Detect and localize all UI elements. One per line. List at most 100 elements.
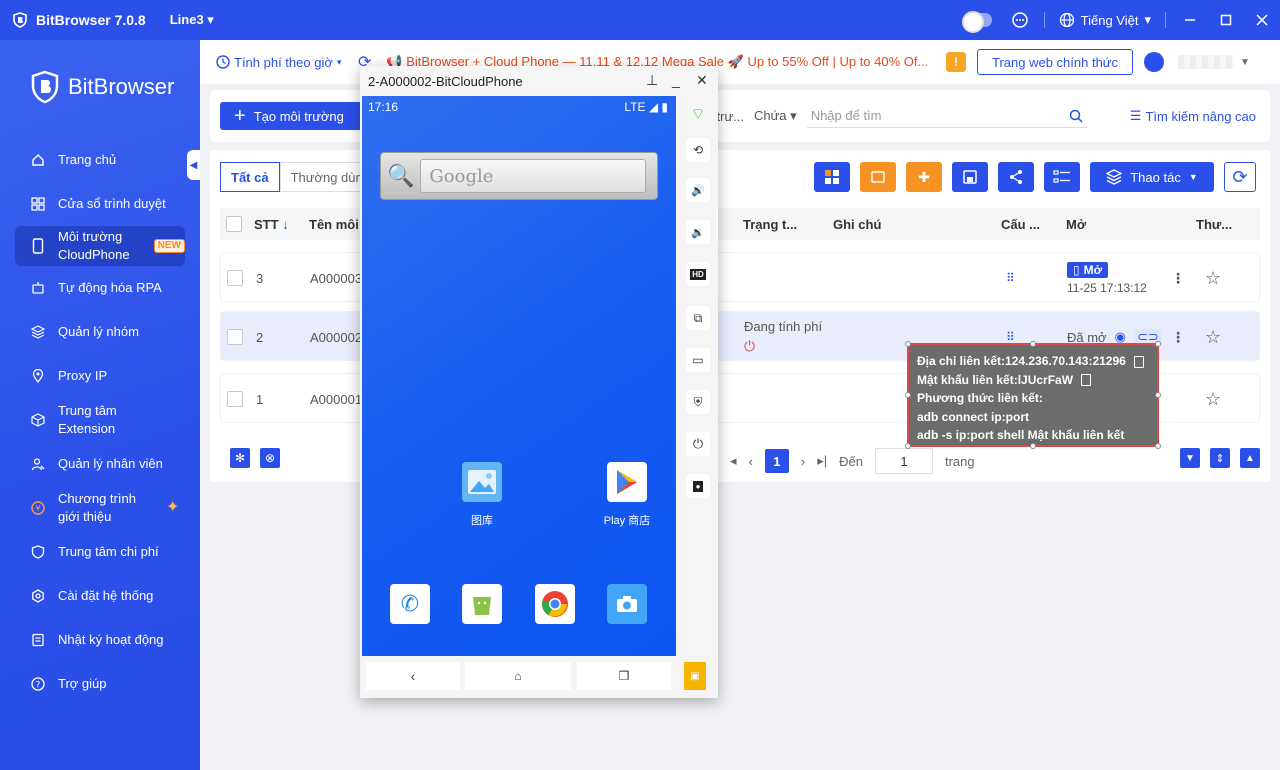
star-icon[interactable]: ☆ <box>1205 312 1221 362</box>
row-checkbox[interactable] <box>227 329 243 345</box>
row-checkbox[interactable] <box>227 391 243 407</box>
theme-toggle[interactable] <box>961 11 992 33</box>
phone-icon: ▯ <box>1073 262 1080 277</box>
goto-page-input[interactable]: 1 <box>874 448 933 474</box>
api-button[interactable] <box>860 162 896 192</box>
volume-up-icon[interactable]: 🔊 <box>686 178 710 202</box>
google-search-input[interactable]: Google <box>420 159 647 193</box>
sidebar-item-groups[interactable]: Quản lý nhóm <box>0 310 200 354</box>
sidebar-item-rpa[interactable]: Tự động hóa RPA <box>0 266 200 310</box>
shop-bag-icon[interactable]: ▣ <box>684 662 706 690</box>
filter-operator-select[interactable]: Chứa ▾ <box>754 108 797 124</box>
row-checkbox[interactable] <box>227 270 243 286</box>
grid-icon <box>30 196 46 212</box>
close-icon[interactable] <box>1244 0 1280 40</box>
play-store-app-icon[interactable] <box>607 462 647 502</box>
power-icon[interactable]: ⏻ <box>686 432 710 456</box>
sidebar-item-browser-windows[interactable]: Cửa sổ trình duyệt <box>0 182 200 226</box>
google-search-widget[interactable]: 🔍 Google <box>380 152 658 200</box>
support-icon[interactable] <box>1002 0 1038 40</box>
next-page-icon[interactable]: › <box>801 454 805 469</box>
line-selector[interactable]: Line3 ▾ <box>170 12 214 28</box>
rotate-icon[interactable]: ⟲ <box>686 138 710 162</box>
prev-page-icon[interactable]: ‹ <box>749 454 753 469</box>
open-time: 11-25 17:13:12 <box>1067 280 1147 295</box>
sidebar-item-cloudphone[interactable]: Môi trường CloudPhone NEW <box>15 226 185 266</box>
config-icon[interactable]: ⠿ <box>1006 253 1015 303</box>
layers-icon <box>1106 169 1123 185</box>
phone-close-icon[interactable]: ✕ <box>696 72 708 89</box>
home-icon[interactable]: ⌂ <box>465 662 571 690</box>
star-icon[interactable]: ☆ <box>1205 253 1221 303</box>
recent-apps-icon[interactable]: ❐ <box>577 662 671 690</box>
collapse-all-button[interactable]: ⇕ <box>1210 448 1230 468</box>
sidebar-item-activity-log[interactable]: Nhật ký hoạt động <box>0 618 200 662</box>
wifi-icon[interactable]: ⌔ <box>686 102 710 126</box>
minimize-icon[interactable] <box>1172 0 1208 40</box>
search-input[interactable]: Nhập để tìm <box>806 104 1087 128</box>
tab-all[interactable]: Tất cả <box>220 162 280 192</box>
sidebar-item-extension[interactable]: Trung tâm Extension <box>0 398 200 442</box>
open-button[interactable]: ▯ Mở <box>1067 261 1109 278</box>
reload-button[interactable]: ⟳ <box>1224 162 1256 192</box>
phone-dialer-icon[interactable]: ✆ <box>390 584 430 624</box>
warning-button[interactable]: ! <box>946 52 966 72</box>
prev-first-icon[interactable]: ◂ <box>730 453 737 469</box>
action-buttons: ✚ Thao tác ▼ ⟳ <box>814 162 1256 192</box>
layout-grid-button[interactable] <box>814 162 850 192</box>
share-button[interactable] <box>998 162 1034 192</box>
scroll-top-button[interactable]: ▲ <box>1240 448 1260 468</box>
store-bag-icon[interactable] <box>462 584 502 624</box>
plus-icon: + <box>234 105 246 127</box>
pin-icon[interactable]: ⊥ <box>646 72 658 89</box>
clock-icon <box>216 55 230 69</box>
back-icon[interactable]: ‹ <box>366 662 460 690</box>
last-page-icon[interactable]: ▸| <box>817 453 827 469</box>
phone-minimize-icon[interactable]: _ <box>672 72 680 88</box>
hd-icon[interactable]: HD <box>686 262 710 286</box>
star-icon[interactable]: ☆ <box>1205 374 1221 424</box>
create-environment-button[interactable]: + Tạo môi trường <box>220 102 370 130</box>
row-more-icon[interactable]: ⋮ <box>1171 253 1185 303</box>
header-stt[interactable]: STT ↓ <box>254 217 289 232</box>
sidebar-item-referral[interactable]: ¥ Chương trình giới thiệu ✦ <box>0 486 200 530</box>
list-view-button[interactable] <box>1044 162 1080 192</box>
copy-password-icon[interactable] <box>1081 374 1092 387</box>
sidebar-item-billing[interactable]: Trung tâm chi phí <box>0 530 200 574</box>
record-icon[interactable]: ● <box>686 474 710 498</box>
sidebar-item-home[interactable]: Trang chủ <box>0 138 200 182</box>
maximize-icon[interactable] <box>1208 0 1244 40</box>
volume-down-icon[interactable]: 🔉 <box>686 220 710 244</box>
screenshot-icon[interactable]: ⧉ <box>686 306 710 330</box>
select-all-checkbox[interactable] <box>226 216 242 232</box>
sidebar-item-staff[interactable]: Quản lý nhân viên <box>0 442 200 486</box>
power-icon[interactable]: ⏻ <box>744 338 755 355</box>
save-button[interactable] <box>952 162 988 192</box>
page-number-current[interactable]: 1 <box>764 449 789 473</box>
phone-screen[interactable]: 17:16 LTE ◢ ▮ 🔍 Google 图库 Play 商店 ✆ <box>362 96 676 656</box>
devices-icon[interactable]: ▭ <box>686 348 710 372</box>
chrome-icon[interactable] <box>535 584 575 624</box>
sidebar-item-help[interactable]: ? Trợ giúp <box>0 662 200 706</box>
expand-down-button[interactable]: ▼ <box>1180 448 1200 468</box>
pricing-selector[interactable]: Tính phí theo giờ ▾ <box>216 55 341 70</box>
extension-button[interactable]: ✚ <box>906 162 942 192</box>
help-icon: ? <box>30 676 46 692</box>
shield-a-icon[interactable]: ⛨ <box>686 390 710 414</box>
advanced-search-link[interactable]: ☰ Tìm kiếm nâng cao <box>1130 108 1256 124</box>
phone-window-titlebar[interactable]: 2-A000002-BitCloudPhone <box>360 66 718 96</box>
sidebar-item-settings[interactable]: Cài đặt hệ thống <box>0 574 200 618</box>
robot-icon <box>30 280 46 296</box>
clear-button[interactable]: ⊗ <box>260 448 280 468</box>
avatar[interactable] <box>1144 52 1164 72</box>
user-menu-caret[interactable]: ▼ <box>1240 57 1250 68</box>
language-selector[interactable]: Tiếng Việt ▾ <box>1059 12 1151 28</box>
sidebar-item-proxy[interactable]: Proxy IP <box>0 354 200 398</box>
row-more-icon[interactable]: ⋮ <box>1171 312 1185 362</box>
settings-gear-button[interactable]: ✻ <box>230 448 250 468</box>
copy-address-icon[interactable] <box>1133 355 1144 368</box>
operation-dropdown-button[interactable]: Thao tác ▼ <box>1090 162 1214 192</box>
official-site-button[interactable]: Trang web chính thức <box>977 49 1134 75</box>
gallery-app-icon[interactable] <box>462 462 502 502</box>
camera-icon[interactable] <box>607 584 647 624</box>
